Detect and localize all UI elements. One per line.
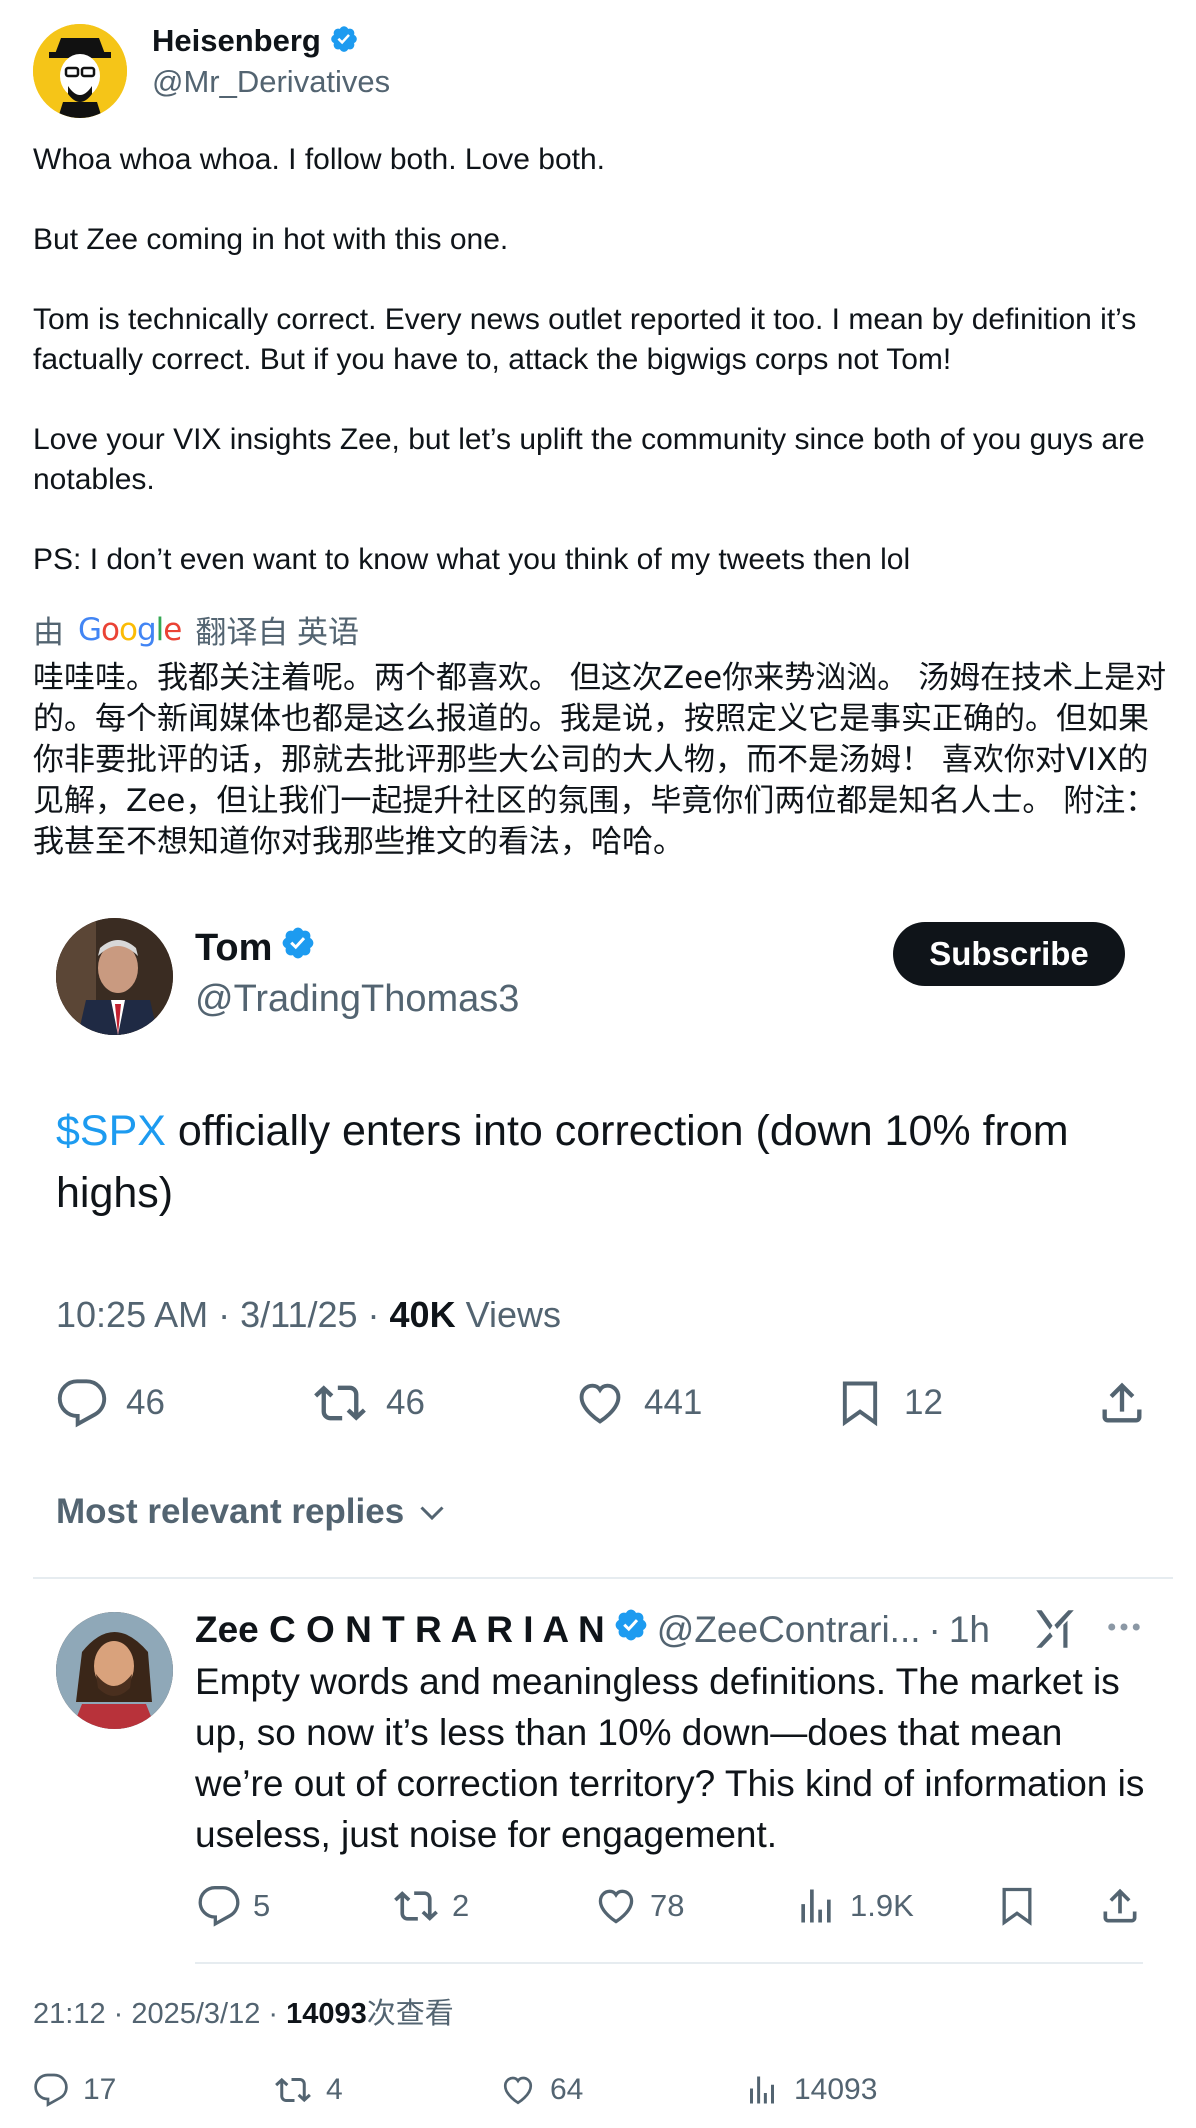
author-handle[interactable]: @Mr_Derivatives [152,64,390,100]
tom-avatar-art [56,918,173,1035]
quoted-text-body: officially enters into correction (down … [56,1107,1069,1217]
reply-icon [198,1886,240,1927]
post-paragraph: Love your VIX insights Zee, but let’s up… [33,423,1145,496]
quoted-author-name[interactable]: Tom [195,927,272,970]
translation-attribution[interactable]: 由 Google 翻译自 英语 [33,607,359,652]
quoted-post-text: $SPX officially enters into correction (… [56,1100,1136,1224]
author-avatar[interactable] [33,24,127,118]
divider [33,1577,1173,1579]
reply-bookmark-button[interactable] [995,1884,1039,1928]
post-repost-count: 4 [326,2073,343,2106]
post-paragraph: But Zee coming in hot with this one. [33,223,509,256]
reply-like-button[interactable]: 78 [594,1884,684,1928]
post-paragraph: PS: I don’t even want to know what you t… [33,543,911,576]
quoted-like-button[interactable]: 441 [574,1377,702,1429]
tom-avatar[interactable] [56,918,173,1035]
reply-icon [34,2073,68,2107]
reply-header: Zee C O N T R A R I A N @ZeeContrari... … [195,1607,990,1652]
reply-reply-count: 5 [253,1888,271,1923]
grok-icon[interactable] [1030,1604,1080,1659]
post-reply-button[interactable]: 17 [33,2072,116,2108]
google-logo: Google [78,611,182,648]
verified-badge-icon [329,24,359,59]
replies-filter-label: Most relevant replies [56,1492,405,1531]
post-like-button[interactable]: 64 [500,2072,583,2108]
author-name[interactable]: Heisenberg [152,23,321,59]
bookmark-icon [1002,1887,1032,1926]
verified-badge-icon [613,1607,649,1652]
reply-share-button[interactable] [1098,1884,1142,1928]
quoted-share-button[interactable] [1096,1377,1148,1429]
reply-text: Empty words and meaningless definitions.… [195,1661,1145,1855]
quoted-author-handle[interactable]: @TradingThomas3 [195,978,519,1021]
chevron-down-icon [420,1506,444,1521]
share-icon [1103,1888,1137,1923]
quoted-views-label: Views [455,1294,561,1335]
quoted-bookmark-count: 12 [904,1383,943,1422]
quoted-post-meta: 10:25 AM · 3/11/25 · 40K Views [56,1294,561,1336]
quoted-timestamp[interactable]: 10:25 AM · 3/11/25 · [56,1294,390,1335]
repost-icon [275,2077,311,2103]
divider [195,1962,1143,1964]
reply-separator: · [928,1608,941,1650]
reply-views-button[interactable]: 1.9K [794,1884,914,1928]
verified-badge-icon [280,925,316,971]
heisenberg-avatar-art [33,24,127,118]
reply-repost-button[interactable]: 2 [392,1884,469,1928]
like-icon [579,1383,621,1424]
cashtag-link[interactable]: $SPX [56,1107,166,1155]
reply-icon [57,1379,107,1428]
translated-text: 哇哇哇。我都关注着呢。两个都喜欢。 但这次Zee你来势汹汹。 汤姆在技术上是对的… [33,660,1167,860]
subscribe-button[interactable]: Subscribe [893,922,1125,986]
post-views-label: 次查看 [366,1998,454,2030]
reply-view-count: 1.9K [850,1888,914,1923]
views-icon [750,2076,774,2104]
like-icon [503,2076,533,2105]
reply-reply-button[interactable]: 5 [197,1884,270,1928]
share-icon [1102,1382,1142,1423]
quoted-repost-count: 46 [386,1383,425,1422]
post-meta: 21:12 · 2025/3/12 · 14093次查看 [33,1990,454,2032]
post-view-count-action: 14093 [794,2073,878,2106]
like-icon [598,1889,634,1924]
quoted-repost-button[interactable]: 46 [312,1377,425,1429]
quoted-reply-button[interactable]: 46 [56,1377,165,1429]
post-views-button[interactable]: 14093 [744,2072,877,2108]
post-reply-count: 17 [83,2073,117,2106]
replies-filter-dropdown[interactable]: Most relevant replies [56,1492,450,1532]
post-paragraph: Whoa whoa whoa. I follow both. Love both… [33,143,606,176]
post-view-count: 14093 [286,1998,367,2030]
post-like-count: 64 [550,2073,584,2106]
post-paragraph: Tom is technically correct. Every news o… [33,303,1137,376]
repost-icon [394,1891,438,1921]
reply-like-count: 78 [650,1888,685,1923]
reply-author-handle[interactable]: @ZeeContrari... [657,1609,921,1651]
zee-avatar[interactable] [56,1612,173,1729]
reply-author-name[interactable]: Zee C O N T R A R I A N [195,1609,605,1651]
post-body: Whoa whoa whoa. I follow both. Love both… [33,140,1173,580]
quoted-reply-count: 46 [126,1383,165,1422]
reply-time[interactable]: 1h [949,1609,990,1651]
repost-icon [314,1385,366,1421]
post-repost-button[interactable]: 4 [274,2072,343,2108]
translate-prefix: 由 [33,615,64,650]
quoted-bookmark-button[interactable]: 12 [834,1377,943,1429]
post-timestamp[interactable]: 21:12 · 2025/3/12 · [33,1998,286,2030]
zee-avatar-art [56,1612,173,1729]
more-icon[interactable] [1103,1606,1145,1653]
quoted-like-count: 441 [644,1383,703,1422]
translate-suffix: 翻译自 英语 [195,615,359,650]
views-icon [801,1889,831,1923]
bookmark-icon [842,1381,878,1427]
reply-repost-count: 2 [452,1888,470,1923]
quoted-view-count: 40K [389,1294,456,1335]
